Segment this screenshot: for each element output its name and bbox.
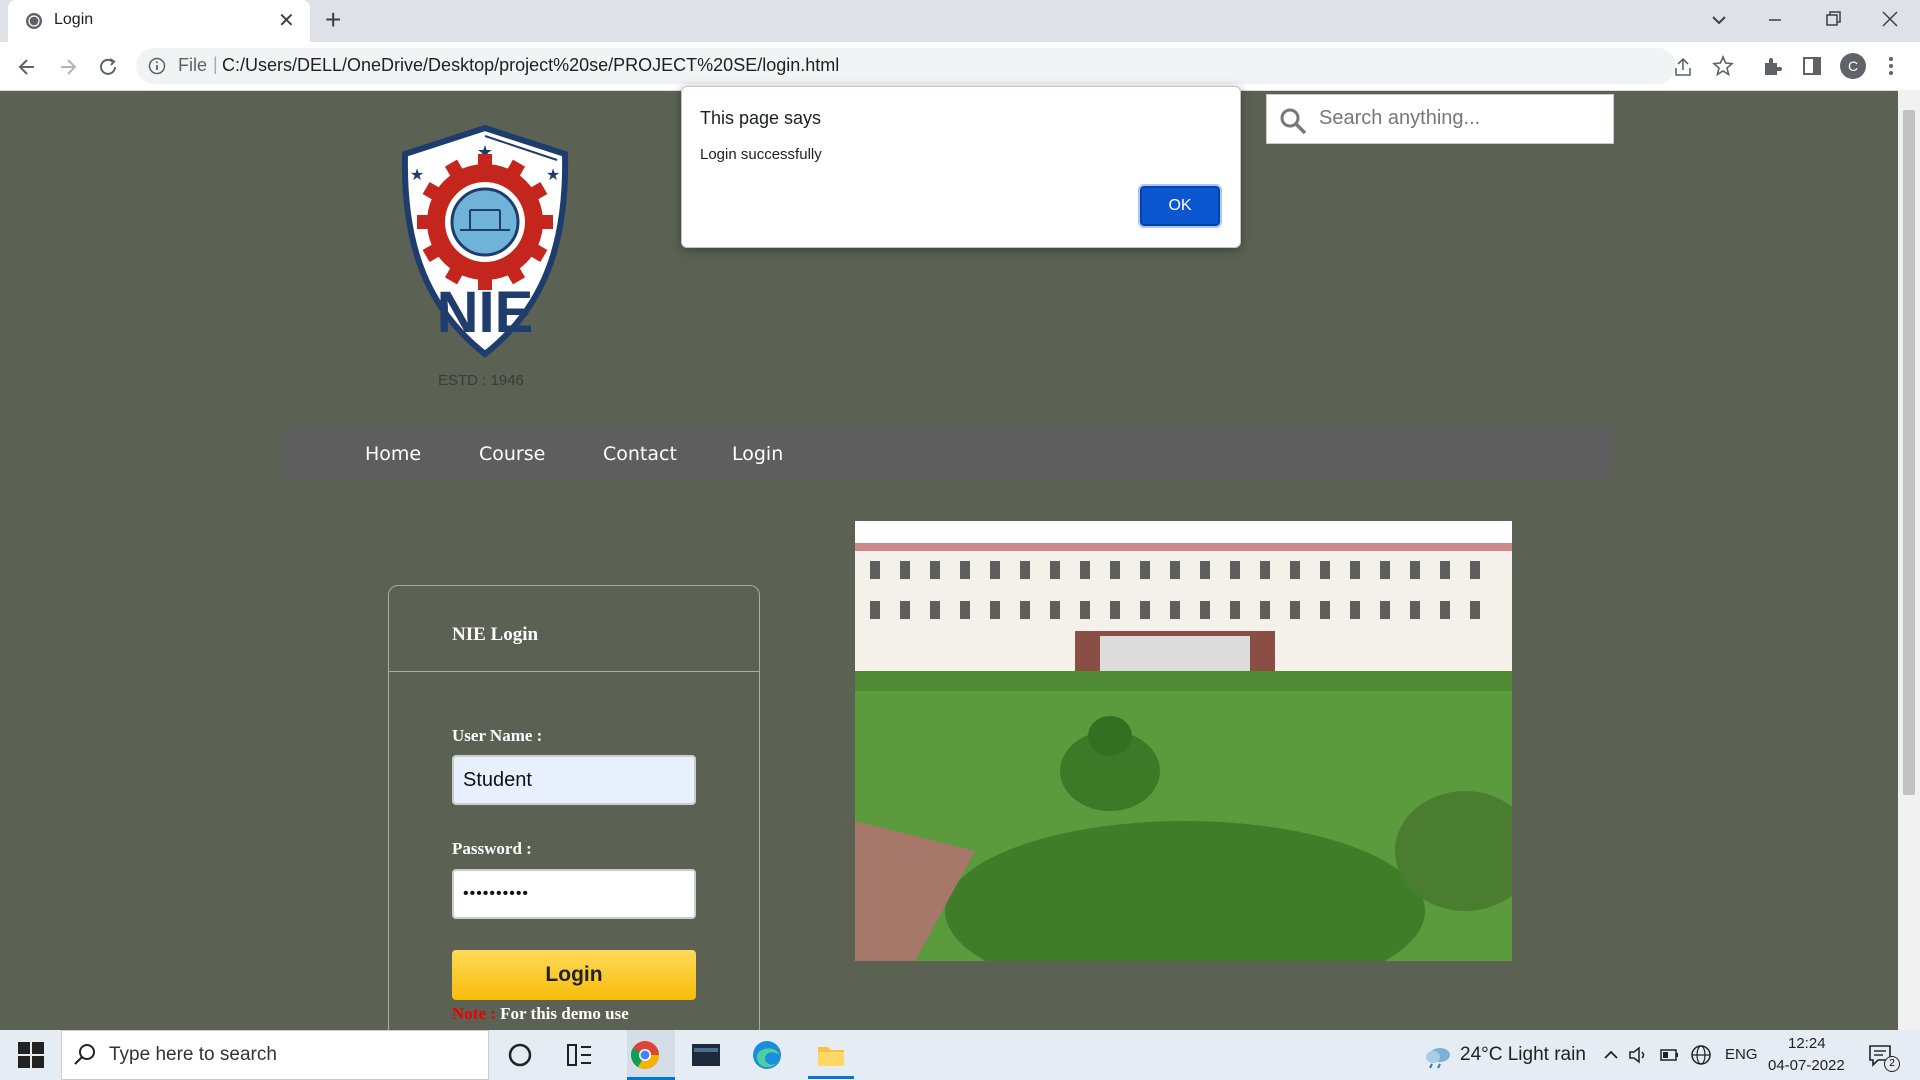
restore-icon[interactable]	[1823, 9, 1843, 29]
login-button[interactable]: Login	[452, 950, 696, 1000]
cortana-icon[interactable]	[504, 1039, 536, 1071]
dialog-ok-button[interactable]: OK	[1138, 184, 1222, 228]
nav-home[interactable]: Home	[365, 443, 421, 465]
edge-icon[interactable]	[751, 1039, 783, 1071]
reload-icon[interactable]	[97, 56, 119, 78]
card-divider	[389, 671, 759, 672]
password-label: Password :	[452, 839, 532, 858]
weather-text[interactable]: 24°C Light rain	[1460, 1044, 1586, 1066]
logo-letters: NIE	[437, 280, 534, 345]
svg-text:★: ★	[546, 165, 560, 184]
bookmark-star-icon[interactable]	[1712, 55, 1734, 77]
tab-search-icon[interactable]	[1709, 10, 1729, 30]
dialog-message: Login successfully	[700, 146, 822, 163]
minimize-icon[interactable]	[1765, 10, 1785, 30]
scrollbar-thumb[interactable]	[1903, 110, 1915, 795]
extensions-icon[interactable]	[1761, 55, 1783, 77]
clock-date[interactable]: 04-07-2022	[1768, 1057, 1845, 1074]
volume-icon[interactable]	[1628, 1045, 1648, 1065]
nav-course[interactable]: Course	[479, 443, 545, 465]
estd-caption: ESTD : 1946	[438, 372, 524, 389]
battery-icon[interactable]	[1660, 1047, 1680, 1063]
note-text: For this demo use	[500, 1004, 629, 1023]
notification-count: 2	[1884, 1056, 1900, 1072]
nav-contact[interactable]: Contact	[603, 443, 677, 465]
password-field[interactable]: ••••••••••	[452, 869, 696, 919]
task-view-icon[interactable]	[563, 1039, 595, 1071]
username-field[interactable]: Student	[452, 755, 696, 805]
clock-time[interactable]: 12:24	[1788, 1035, 1826, 1052]
menu-kebab-icon[interactable]	[1886, 55, 1896, 77]
network-globe-icon[interactable]	[1690, 1044, 1712, 1066]
share-icon[interactable]	[1672, 56, 1694, 78]
url-separator: |	[213, 54, 218, 74]
tray-chevron-icon[interactable]	[1602, 1046, 1620, 1064]
explorer-indicator	[808, 1076, 854, 1079]
info-icon[interactable]	[148, 57, 166, 75]
nav-login[interactable]: Login	[732, 443, 783, 465]
url-text[interactable]: C:/Users/DELL/OneDrive/Desktop/project%2…	[222, 55, 839, 76]
search-icon	[1280, 108, 1307, 135]
globe-icon	[26, 13, 42, 29]
file-explorer-icon[interactable]	[815, 1039, 847, 1071]
tab-close-icon[interactable]: ✕	[278, 8, 295, 33]
back-icon[interactable]	[16, 56, 38, 78]
campus-photo	[855, 521, 1512, 961]
note-key: Note :	[452, 1004, 496, 1023]
input-language[interactable]: ENG	[1725, 1046, 1758, 1063]
side-panel-icon[interactable]	[1802, 56, 1822, 76]
forward-icon[interactable]	[57, 56, 79, 78]
weather-icon[interactable]	[1422, 1043, 1454, 1069]
dialog-title: This page says	[700, 108, 822, 128]
windows-start-icon[interactable]	[18, 1042, 44, 1068]
taskbar-search-input[interactable]: Type here to search	[109, 1044, 277, 1066]
svg-text:★: ★	[410, 165, 424, 184]
file-scheme-label: File	[178, 55, 208, 75]
new-tab-button[interactable]: +	[325, 4, 341, 36]
search-input[interactable]: Search anything...	[1319, 107, 1480, 130]
taskbar-search-icon	[74, 1044, 95, 1065]
username-label: User Name :	[452, 726, 543, 745]
mysql-icon[interactable]	[690, 1039, 722, 1071]
demo-note: Note : For this demo use	[452, 1004, 629, 1024]
tab-title: Login	[54, 11, 94, 28]
chrome-icon[interactable]	[629, 1039, 661, 1071]
college-logo: ★ ★ ★ NIE	[385, 122, 585, 392]
close-window-icon[interactable]	[1880, 9, 1900, 29]
profile-avatar[interactable]: C	[1840, 53, 1866, 79]
login-card-title: NIE Login	[452, 624, 539, 645]
